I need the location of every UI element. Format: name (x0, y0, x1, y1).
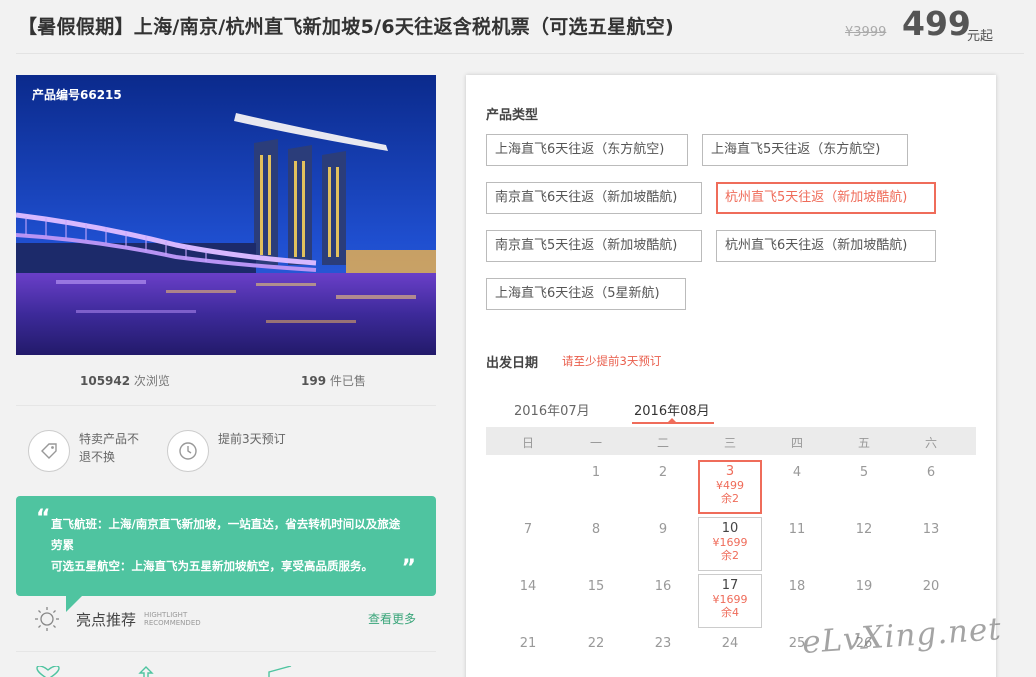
advance-booking-note: 请至少提前3天预订 (562, 354, 662, 368)
departure-date-label: 出发日期 (486, 356, 539, 371)
active-month-caret (668, 418, 676, 422)
option-nanjing-6d-scoot[interactable]: 南京直飞6天往返（新加坡酷航) (486, 182, 702, 214)
calendar-day: 1 (591, 465, 601, 480)
clock-icon (167, 430, 209, 472)
calendar-day-number: 3 (725, 464, 735, 479)
calendar-day-number: 17 (721, 578, 739, 593)
heart-icon[interactable] (34, 666, 62, 677)
calendar-day: 24 (721, 636, 739, 651)
calendar-day: 12 (855, 522, 873, 537)
quote-line-1: 直飞航班：上海/南京直飞新加坡，一站直达，省去转机时间以及旅途劳累 (51, 517, 401, 552)
calendar-day: 2 (658, 465, 668, 480)
highlight-title: 亮点推荐 (76, 611, 137, 629)
weekday-header: 日一二三四五六 (486, 427, 976, 455)
sold-stat: 199 件已售 (301, 372, 366, 389)
close-quote-icon: ” (401, 556, 416, 581)
calendar-day-price: ¥1699 (712, 536, 748, 549)
bottom-icon-row (16, 660, 436, 677)
sold-label: 件已售 (326, 374, 366, 388)
tag-icon (28, 430, 70, 472)
weekday-label: 五 (857, 436, 870, 450)
highlight-quote: “ 直飞航班：上海/南京直飞新加坡，一站直达，省去转机时间以及旅途劳累 可选五星… (16, 496, 436, 596)
price-unit: 元起 (967, 29, 994, 44)
calendar-day: 4 (792, 465, 802, 480)
feature-advance-booking: 提前3天预订 (167, 430, 288, 472)
quote-text: 直飞航班：上海/南京直飞新加坡，一站直达，省去转机时间以及旅途劳累 可选五星航空… (51, 514, 411, 577)
sold-count: 199 (301, 374, 327, 388)
highlight-header: 亮点推荐 HIGHTLIGHT RECOMMENDED 查看更多 (16, 600, 436, 636)
option-shanghai-5d-eastern[interactable]: 上海直飞5天往返（东方航空) (702, 134, 908, 166)
share-icon[interactable] (136, 666, 156, 677)
views-label: 次浏览 (130, 374, 170, 388)
option-shanghai-6d-sia[interactable]: 上海直飞6天往返（5星新航) (486, 278, 686, 310)
calendar-day: 15 (587, 579, 605, 594)
hero-image[interactable]: 产品编号66215 (16, 75, 436, 355)
calendar-day: 23 (654, 636, 672, 651)
calendar-day-number: 10 (721, 521, 739, 536)
option-shanghai-6d-eastern[interactable]: 上海直飞6天往返（东方航空) (486, 134, 688, 166)
sun-icon (34, 606, 60, 636)
feature-advance-booking-text: 提前3天预订 (218, 432, 286, 446)
calendar-day: 16 (654, 579, 672, 594)
product-number: 产品编号66215 (32, 88, 122, 102)
feature-no-refund: 特卖产品不退不换 (28, 430, 149, 472)
calendar-day-price: ¥499 (716, 479, 744, 492)
calendar-day: 19 (855, 579, 873, 594)
open-quote-icon: “ (36, 506, 51, 531)
highlight-divider (16, 651, 436, 652)
stats-divider (16, 405, 436, 406)
calendar-day-price: ¥1699 (712, 593, 748, 606)
view-more-link[interactable]: 查看更多 (368, 610, 416, 627)
calendar-day-stock: 余4 (721, 606, 739, 619)
views-stat: 105942 次浏览 (80, 372, 170, 389)
calendar-day: 6 (926, 465, 936, 480)
calendar-day: 9 (658, 522, 668, 537)
calendar-day: 5 (859, 465, 869, 480)
stats-row: 105942 次浏览 199 件已售 (16, 372, 436, 392)
views-count: 105942 (80, 374, 131, 388)
weekday-label: 三 (723, 436, 736, 450)
calendar-day: 14 (519, 579, 537, 594)
calendar-day-stock: 余2 (721, 492, 739, 505)
option-hangzhou-5d-scoot[interactable]: 杭州直飞5天往返（新加坡酷航) (716, 182, 936, 214)
calendar-day-available[interactable]: 17 ¥1699 余4 (698, 574, 762, 628)
calendar-day: 8 (591, 522, 601, 537)
weekday-label: 二 (656, 436, 669, 450)
tab-month-july[interactable]: 2016年07月 (514, 400, 590, 419)
option-nanjing-5d-scoot[interactable]: 南京直飞5天往返（新加坡酷航) (486, 230, 702, 262)
weekday-label: 四 (790, 436, 803, 450)
page-title: 【暑假假期】上海/南京/杭州直飞新加坡5/6天往返含税机票（可选五星航空) (18, 16, 675, 38)
booking-panel: 产品类型 上海直飞6天往返（东方航空) 上海直飞5天往返（东方航空) 南京直飞6… (466, 75, 996, 677)
option-hangzhou-6d-scoot[interactable]: 杭州直飞6天往返（新加坡酷航) (716, 230, 936, 262)
calendar-day: 13 (922, 522, 940, 537)
weekday-label: 一 (589, 436, 602, 450)
weekday-label: 日 (521, 436, 534, 450)
marina-bay-illustration (16, 75, 436, 355)
calendar-day: 20 (922, 579, 940, 594)
calendar-day: 11 (788, 522, 806, 537)
calendar-day: 18 (788, 579, 806, 594)
calendar-day: 21 (519, 636, 537, 651)
title-bar: 【暑假假期】上海/南京/杭州直飞新加坡5/6天往返含税机票（可选五星航空) ¥3… (0, 0, 1036, 54)
highlight-en-label: HIGHTLIGHT RECOMMENDED (144, 611, 201, 627)
original-price: ¥3999 (845, 25, 887, 40)
tab-month-august[interactable]: 2016年08月 (634, 400, 710, 419)
title-divider (16, 53, 1024, 54)
weekday-label: 六 (924, 436, 937, 450)
product-type-label: 产品类型 (486, 108, 539, 123)
calendar-day-available[interactable]: 10 ¥1699 余2 (698, 517, 762, 571)
quote-line-2: 可选五星航空：上海直飞为五星新加坡航空，享受高品质服务。 (51, 559, 373, 573)
calendar-day: 7 (523, 522, 533, 537)
active-month-underline (632, 422, 714, 424)
price: 499 (902, 4, 971, 43)
calendar-day: 22 (587, 636, 605, 651)
edit-icon[interactable] (266, 666, 294, 677)
feature-no-refund-text: 特卖产品不退不换 (79, 432, 140, 464)
calendar-day-stock: 余2 (721, 549, 739, 562)
calendar-day-selected[interactable]: 3 ¥499 余2 (698, 460, 762, 514)
